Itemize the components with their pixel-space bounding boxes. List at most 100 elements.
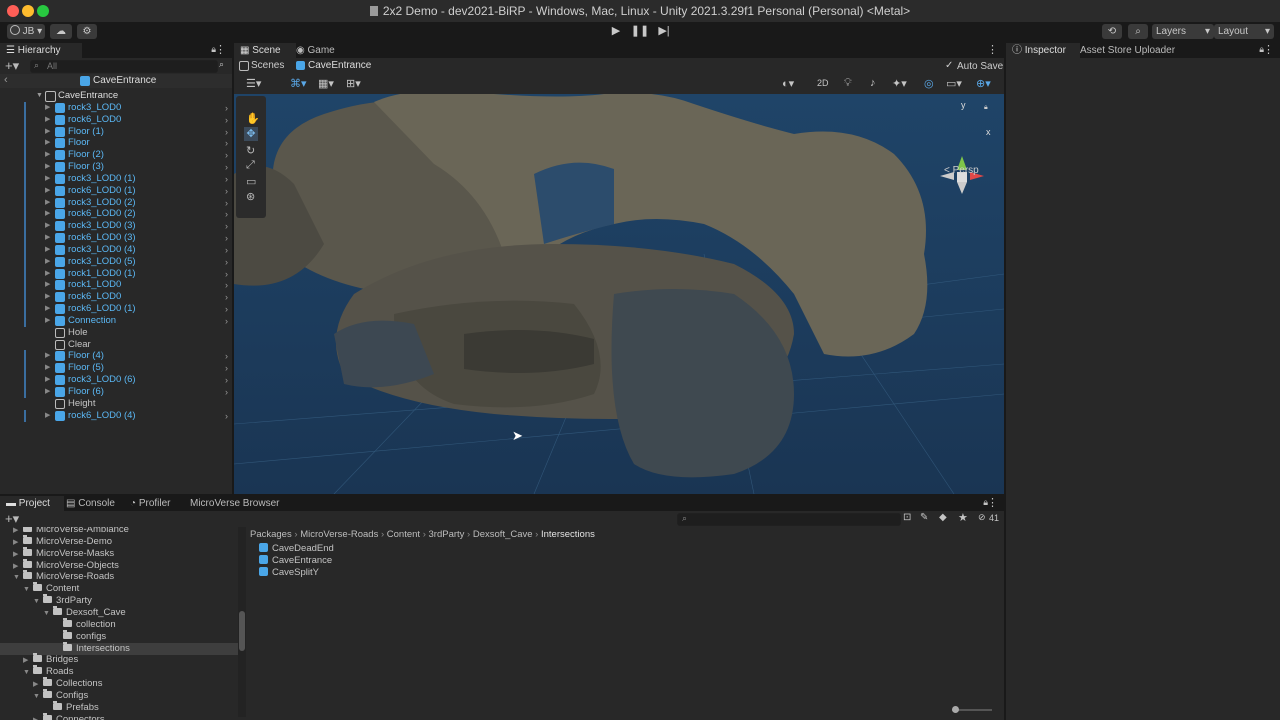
open-prefab-chevron-icon[interactable]: ›: [225, 410, 228, 422]
scene-viewport[interactable]: ✋ ✥ ↻ ⤢ ▭ ⊛ y x 🔒︎ < Persp ➤: [234, 94, 1004, 494]
search-by-label-icon[interactable]: ✎: [920, 512, 928, 523]
project-folder-item[interactable]: ▶ MicroVerse-Demo: [0, 534, 238, 548]
scrollbar-thumb[interactable]: [239, 611, 245, 651]
hierarchy-item[interactable]: ▶ rock6_LOD0 (1) ›: [0, 184, 232, 197]
scale-tool-icon[interactable]: ⤢: [246, 159, 255, 172]
hierarchy-item[interactable]: ▶ Floor (3) ›: [0, 161, 232, 174]
hierarchy-item[interactable]: ▶ Floor (2) ›: [0, 149, 232, 162]
expand-arrow-icon[interactable]: ▶: [45, 137, 50, 149]
project-folder-item[interactable]: ▶ Collections: [0, 677, 238, 690]
open-prefab-chevron-icon[interactable]: ›: [225, 149, 228, 161]
tag-icon[interactable]: ◆: [939, 512, 947, 523]
open-prefab-chevron-icon[interactable]: ›: [225, 386, 228, 398]
open-prefab-chevron-icon[interactable]: ›: [225, 185, 228, 197]
asset-item[interactable]: CaveDeadEnd: [259, 543, 334, 555]
view-options-icon[interactable]: ☰▾: [246, 77, 261, 90]
hierarchy-item[interactable]: ▶ rock3_LOD0 (2) ›: [0, 196, 232, 209]
open-prefab-chevron-icon[interactable]: ›: [225, 279, 228, 291]
open-prefab-chevron-icon[interactable]: ›: [225, 374, 228, 386]
hierarchy-item[interactable]: ▶ Floor ›: [0, 137, 232, 150]
hierarchy-item[interactable]: ▶ rock6_LOD0 (1) ›: [0, 303, 232, 316]
project-folder-item[interactable]: ▶ MicroVerse-Masks: [0, 546, 238, 560]
open-prefab-chevron-icon[interactable]: ›: [225, 303, 228, 315]
asset-item[interactable]: CaveEntrance: [259, 554, 332, 567]
hierarchy-item[interactable]: ▶ rock1_LOD0 ›: [0, 279, 232, 292]
history-button[interactable]: ⟲: [1102, 24, 1122, 39]
project-folder-item[interactable]: ▶ MicroVerse-Objects: [0, 558, 238, 572]
more-icon[interactable]: ⋮: [987, 43, 998, 56]
open-prefab-chevron-icon[interactable]: ›: [225, 232, 228, 244]
rect-tool-icon[interactable]: ▭: [246, 175, 256, 188]
open-prefab-chevron-icon[interactable]: ›: [225, 220, 228, 232]
tab-project[interactable]: ▬ Project: [0, 496, 64, 511]
gizmos-icon[interactable]: ⊕▾: [976, 77, 991, 90]
layers-dropdown[interactable]: Layers ▾: [1152, 24, 1214, 39]
cloud-button[interactable]: ☁: [50, 24, 72, 39]
project-folder-item[interactable]: ▼ Configs: [0, 688, 238, 702]
hierarchy-item[interactable]: ▶ rock1_LOD0 (1) ›: [0, 267, 232, 280]
pause-button[interactable]: ❚❚: [630, 24, 650, 39]
open-prefab-chevron-icon[interactable]: ›: [225, 208, 228, 220]
tab-scene[interactable]: ▦ Scene: [234, 43, 296, 58]
project-folder-item[interactable]: Prefabs: [0, 700, 238, 714]
audio-icon[interactable]: ♪: [870, 77, 876, 89]
slider-handle[interactable]: [952, 706, 959, 713]
search-by-type-icon[interactable]: ⊡: [903, 512, 911, 523]
grid-snapping-icon[interactable]: ▦▾: [318, 77, 334, 90]
open-prefab-chevron-icon[interactable]: ›: [225, 102, 228, 114]
hierarchy-item[interactable]: ▶ Floor (4) ›: [0, 350, 232, 363]
project-folder-item[interactable]: configs: [0, 629, 238, 643]
expand-arrow-icon[interactable]: ▶: [45, 220, 50, 232]
tab-game[interactable]: ◉ Game: [290, 43, 352, 58]
expand-arrow-icon[interactable]: ▶: [45, 291, 50, 303]
more-icon[interactable]: ⋮: [1263, 43, 1274, 56]
layout-dropdown[interactable]: Layout ▾: [1214, 24, 1274, 39]
hierarchy-item[interactable]: Clear: [0, 339, 232, 351]
open-prefab-chevron-icon[interactable]: ›: [225, 173, 228, 185]
open-prefab-chevron-icon[interactable]: ›: [225, 161, 228, 173]
project-search-input[interactable]: ⌕: [677, 513, 901, 526]
open-prefab-chevron-icon[interactable]: ›: [225, 126, 228, 138]
rotate-tool-icon[interactable]: ↻: [246, 144, 255, 157]
tab-microverse-browser[interactable]: MicroVerse Browser: [184, 496, 288, 511]
gizmo-lock-icon[interactable]: 🔒︎: [984, 104, 988, 112]
path-segment[interactable]: Intersections: [541, 529, 595, 540]
add-icon[interactable]: +▾: [5, 58, 19, 74]
expand-arrow-icon[interactable]: ▶: [45, 126, 50, 138]
open-prefab-chevron-icon[interactable]: ›: [225, 137, 228, 149]
hierarchy-item[interactable]: ▶ rock3_LOD0 (4) ›: [0, 243, 232, 256]
hierarchy-item[interactable]: ▶ Floor (6) ›: [0, 385, 232, 398]
project-folder-item[interactable]: ▶ MicroVerse-Ambiance: [0, 527, 238, 536]
visibility-icon[interactable]: ◎: [924, 77, 934, 90]
expand-arrow-icon[interactable]: ▶: [45, 102, 50, 114]
camera-icon[interactable]: ▭▾: [946, 77, 962, 90]
hierarchy-item[interactable]: ▶ rock6_LOD0 (2) ›: [0, 208, 232, 221]
path-segment[interactable]: MicroVerse-Roads: [300, 529, 378, 540]
project-folder-item[interactable]: ▶ Connectors: [0, 712, 238, 720]
add-icon[interactable]: +▾: [5, 511, 19, 527]
expand-arrow-icon[interactable]: ▶: [45, 350, 50, 362]
expand-arrow-icon[interactable]: ▶: [45, 149, 50, 161]
account-dropdown[interactable]: JB ▾: [7, 24, 45, 39]
persp-label[interactable]: < Persp: [944, 165, 979, 176]
path-segment[interactable]: Dexsoft_Cave: [473, 529, 533, 540]
hierarchy-item[interactable]: ▶ rock3_LOD0 (1) ›: [0, 172, 232, 185]
increment-snap-icon[interactable]: ⊞▾: [346, 77, 361, 90]
path-segment[interactable]: Content: [387, 529, 420, 540]
tab-asset-store-uploader[interactable]: Asset Store Uploader: [1074, 43, 1186, 58]
play-button[interactable]: ▶: [606, 24, 626, 39]
icon-size-slider[interactable]: [952, 706, 992, 713]
expand-arrow-icon[interactable]: ▶: [45, 185, 50, 197]
folder-tree-scrollbar[interactable]: [238, 527, 246, 717]
hierarchy-search-input[interactable]: ⌕ All: [30, 60, 218, 73]
expand-arrow-icon[interactable]: ▶: [45, 208, 50, 220]
expand-arrow-icon[interactable]: ▶: [45, 114, 50, 126]
expand-arrow-icon[interactable]: ▶: [45, 173, 50, 185]
open-prefab-chevron-icon[interactable]: ›: [225, 256, 228, 268]
path-segment[interactable]: Packages: [250, 529, 292, 540]
scene-visibility-icon[interactable]: ⌕: [219, 59, 224, 70]
project-folder-item[interactable]: collection: [0, 617, 238, 631]
expand-arrow-icon[interactable]: ▶: [33, 715, 43, 720]
open-prefab-chevron-icon[interactable]: ›: [225, 244, 228, 256]
open-prefab-chevron-icon[interactable]: ›: [225, 291, 228, 303]
